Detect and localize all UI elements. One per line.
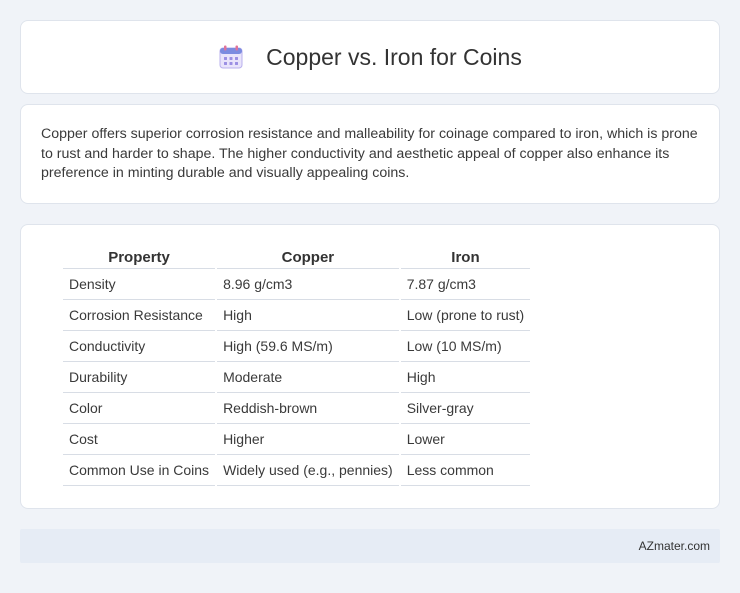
table-cell: Density: [63, 269, 216, 300]
description-text: Copper offers superior corrosion resista…: [41, 126, 698, 181]
table-cell: Lower: [400, 424, 531, 455]
table-card: Property Copper Iron Density 8.96 g/cm3 …: [20, 224, 720, 509]
table-cell: Widely used (e.g., pennies): [217, 455, 399, 486]
table-cell: High (59.6 MS/m): [217, 331, 399, 362]
table-cell: Color: [63, 393, 216, 424]
comparison-table: Property Copper Iron Density 8.96 g/cm3 …: [61, 245, 532, 486]
description-card: Copper offers superior corrosion resista…: [20, 104, 720, 204]
table-row: Durability Moderate High: [63, 362, 531, 393]
table-cell: Low (prone to rust): [400, 300, 531, 331]
table-row: Density 8.96 g/cm3 7.87 g/cm3: [63, 269, 531, 300]
table-row: Corrosion Resistance High Low (prone to …: [63, 300, 531, 331]
title-card: Copper vs. Iron for Coins: [20, 20, 720, 94]
table-cell: High: [400, 362, 531, 393]
column-header-copper: Copper: [217, 245, 399, 269]
table-cell: Silver-gray: [400, 393, 531, 424]
column-header-property: Property: [63, 245, 216, 269]
table-cell: Higher: [217, 424, 399, 455]
table-cell: Less common: [400, 455, 531, 486]
footer-site-name[interactable]: AZmater.com: [639, 539, 710, 553]
table-row: Color Reddish-brown Silver-gray: [63, 393, 531, 424]
table-cell: Cost: [63, 424, 216, 455]
table-cell: Conductivity: [63, 331, 216, 362]
table-cell: 8.96 g/cm3: [217, 269, 399, 300]
table-cell: Corrosion Resistance: [63, 300, 216, 331]
table-row: Conductivity High (59.6 MS/m) Low (10 MS…: [63, 331, 531, 362]
table-header-row: Property Copper Iron: [63, 245, 531, 269]
table-cell: Common Use in Coins: [63, 455, 216, 486]
table-cell: Low (10 MS/m): [400, 331, 531, 362]
footer: AZmater.com: [20, 529, 720, 563]
table-cell: Reddish-brown: [217, 393, 399, 424]
table-row: Common Use in Coins Widely used (e.g., p…: [63, 455, 531, 486]
column-header-iron: Iron: [400, 245, 531, 269]
table-cell: Moderate: [217, 362, 399, 393]
table-row: Cost Higher Lower: [63, 424, 531, 455]
table-cell: 7.87 g/cm3: [400, 269, 531, 300]
calendar-icon: [218, 44, 244, 70]
table-cell: Durability: [63, 362, 216, 393]
table-cell: High: [217, 300, 399, 331]
page-title: Copper vs. Iron for Coins: [266, 43, 522, 70]
